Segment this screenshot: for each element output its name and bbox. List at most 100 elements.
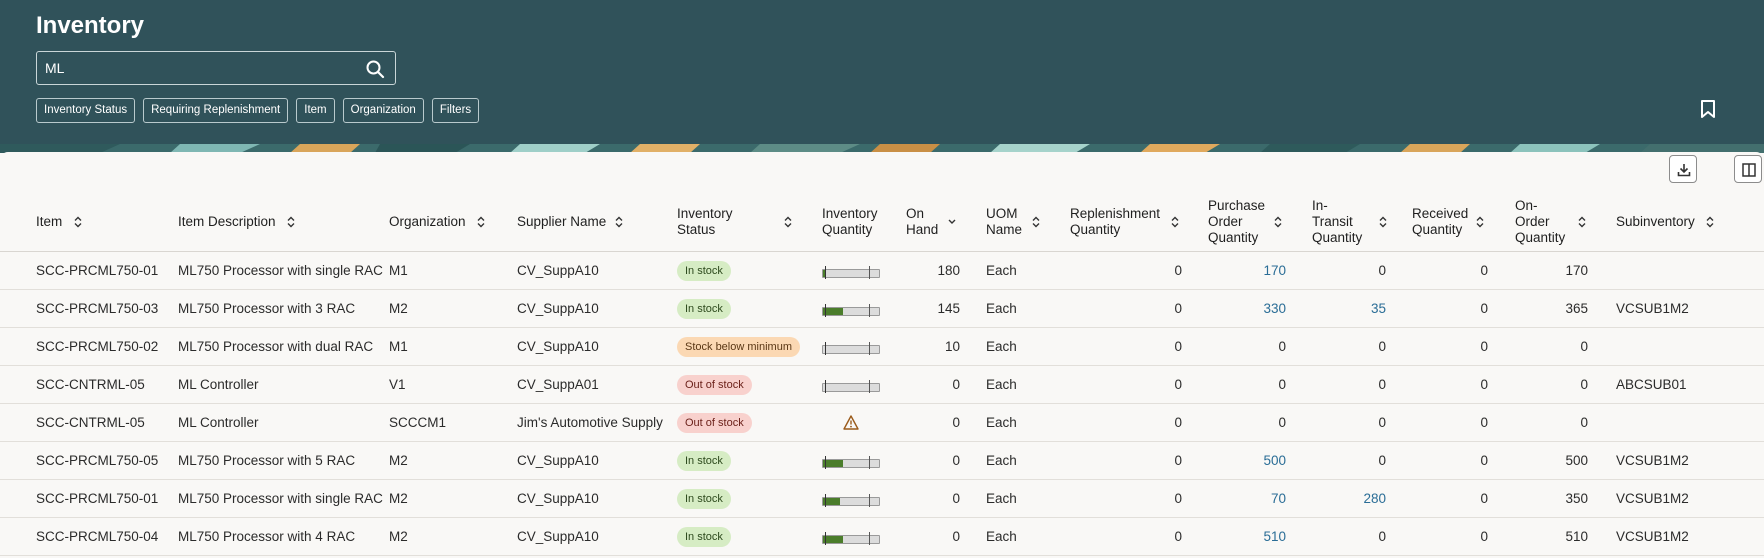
column-header-line: Inventory (677, 206, 733, 221)
filter-chip-requiring-replenishment[interactable]: Requiring Replenishment (143, 98, 289, 123)
column-header-label: Item Description (178, 214, 276, 230)
sort-icon[interactable] (1577, 216, 1587, 228)
cell-transit-qty[interactable]: 35 (1306, 290, 1386, 328)
column-header-label: Supplier Name (517, 214, 606, 230)
cell-organization: M2 (389, 301, 408, 316)
sort-icon[interactable] (1475, 216, 1485, 228)
cell-on-hand: 0 (952, 415, 960, 430)
max-marker (869, 380, 870, 393)
sort-icon[interactable] (73, 216, 83, 228)
column-header-uom[interactable]: UOM Name (986, 192, 1046, 252)
cell-item: SCC-PRCML750-01 (36, 263, 159, 278)
cell-po-qty[interactable]: 170 (1206, 252, 1286, 290)
cell-uom: Each (986, 415, 1017, 430)
column-header-supplier[interactable]: Supplier Name (517, 192, 667, 252)
status-badge: In stock (677, 299, 731, 319)
search-field[interactable] (36, 51, 396, 85)
cell-received-qty: 0 (1480, 339, 1488, 354)
column-header-line: Subinventory (1616, 214, 1695, 229)
sort-icon[interactable] (286, 216, 296, 228)
cell-subinventory: ABCSUB01 (1616, 377, 1687, 392)
column-header-line: Quantity (1312, 230, 1363, 245)
column-header-label: In- Transit Quantity (1312, 198, 1362, 246)
column-header-status[interactable]: Inventory Status (677, 192, 792, 252)
column-header-line: Name (986, 222, 1023, 237)
cell-repl-qty: 0 (1174, 339, 1182, 354)
filter-chip-organization[interactable]: Organization (342, 98, 424, 123)
table-row[interactable]: SCC-CNTRML-05 ML Controller V1 CV_SuppA01 Ou… (0, 366, 1764, 404)
column-header-organization[interactable]: Organization (389, 192, 499, 252)
cell-po-qty[interactable]: 330 (1206, 290, 1286, 328)
cell-organization: SCCCM1 (389, 415, 447, 430)
cell-po-qty[interactable]: 500 (1206, 442, 1286, 480)
search-icon[interactable] (365, 59, 385, 79)
status-badge: In stock (677, 489, 731, 509)
sort-icon[interactable] (1170, 216, 1180, 228)
cell-received-qty: 0 (1480, 263, 1488, 278)
cell-repl-qty: 0 (1174, 377, 1182, 392)
cell-transit-qty: 0 (1378, 415, 1386, 430)
sort-icon[interactable] (1378, 216, 1388, 228)
filter-chip-item[interactable]: Item (296, 98, 335, 123)
filter-chip-inventory-status[interactable]: Inventory Status (36, 98, 136, 123)
column-header-received-qty[interactable]: Received Quantity (1412, 192, 1502, 252)
table-row[interactable]: SCC-PRCML750-03 ML750 Processor with 3 RA… (0, 290, 1764, 328)
cell-description: ML750 Processor with single RAC (178, 491, 383, 506)
sort-icon[interactable] (947, 216, 957, 228)
column-header-description[interactable]: Item Description (178, 192, 378, 252)
table-row[interactable]: SCC-CNTRML-05 ML Controller SCCCM1 Jim's Au… (0, 404, 1764, 442)
column-header-repl-qty[interactable]: Replenishment Quantity (1070, 192, 1180, 252)
column-header-label: UOM Name (986, 206, 1022, 238)
cell-subinventory: VCSUB1M2 (1616, 301, 1689, 316)
column-header-line: Inventory (822, 206, 878, 221)
sort-icon[interactable] (783, 216, 793, 228)
column-header-line: Purchase (1208, 198, 1266, 213)
column-header-po-qty[interactable]: Purchase Order Quantity (1208, 192, 1288, 252)
table-row[interactable]: SCC-PRCML750-04 ML750 Processor with 4 RA… (0, 518, 1764, 556)
sort-icon[interactable] (1273, 216, 1283, 228)
inventory-quantity-bar (822, 304, 880, 317)
cell-po-qty[interactable]: 510 (1206, 518, 1286, 556)
cell-po-qty[interactable]: 70 (1206, 480, 1286, 518)
filter-chip-filters[interactable]: Filters (431, 98, 480, 123)
cell-transit-qty: 0 (1378, 453, 1386, 468)
cell-description: ML750 Processor with dual RAC (178, 339, 374, 354)
cell-supplier: CV_SuppA10 (517, 491, 599, 506)
table-row[interactable]: SCC-PRCML750-05 ML750 Processor with 5 RA… (0, 442, 1764, 480)
sort-icon[interactable] (1031, 216, 1041, 228)
sort-icon[interactable] (1705, 216, 1715, 228)
column-header-line: Quantity (1208, 230, 1259, 245)
column-header-transit-qty[interactable]: In- Transit Quantity (1312, 192, 1392, 252)
column-header-line: Quantity (822, 222, 873, 237)
search-input[interactable] (45, 52, 345, 84)
cell-supplier: CV_SuppA10 (517, 339, 599, 354)
table-row[interactable]: SCC-PRCML750-02 ML750 Processor with dual… (0, 328, 1764, 366)
cell-organization: M1 (389, 263, 408, 278)
bookmark-icon[interactable] (1698, 99, 1718, 119)
sort-icon[interactable] (476, 216, 486, 228)
cell-transit-qty: 0 (1378, 263, 1386, 278)
columns-button[interactable] (1734, 155, 1762, 183)
column-header-label: Item (36, 214, 62, 230)
table-row[interactable]: SCC-PRCML750-01 ML750 Processor with sing… (0, 480, 1764, 518)
cell-supplier: CV_SuppA01 (517, 377, 599, 392)
sort-icon[interactable] (614, 216, 624, 228)
table-row[interactable]: SCC-PRCML750-01 ML750 Processor with sing… (0, 252, 1764, 290)
cell-on-hand: 145 (937, 301, 960, 316)
column-header-on-hand[interactable]: On Hand (906, 192, 966, 252)
cell-received-qty: 0 (1480, 415, 1488, 430)
cell-supplier: CV_SuppA10 (517, 529, 599, 544)
status-badge: Out of stock (677, 413, 752, 433)
export-button[interactable] (1669, 155, 1697, 183)
column-header-subinventory[interactable]: Subinventory (1616, 192, 1736, 252)
page-title: Inventory (36, 12, 145, 39)
column-header-item[interactable]: Item (36, 192, 156, 252)
column-header-on-order-qty[interactable]: On- Order Quantity (1515, 192, 1595, 252)
column-header-label: Purchase Order Quantity (1208, 198, 1265, 246)
column-header-label: Organization (389, 214, 466, 230)
column-header-inv-qty[interactable]: Inventory Quantity (822, 192, 892, 252)
cell-subinventory: VCSUB1M2 (1616, 529, 1689, 544)
cell-repl-qty: 0 (1174, 529, 1182, 544)
filter-chips: Inventory Status Requiring Replenishment… (36, 98, 480, 123)
cell-transit-qty[interactable]: 280 (1306, 480, 1386, 518)
